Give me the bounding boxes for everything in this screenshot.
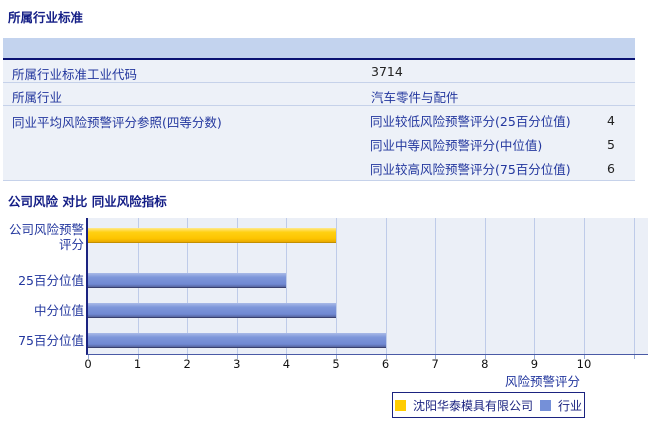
row-value: 汽车零件与配件 bbox=[371, 90, 459, 105]
subrow-value: 6 bbox=[607, 160, 615, 176]
table-header-band bbox=[3, 38, 635, 60]
table-row-industry: 所属行业 汽车零件与配件 bbox=[3, 83, 635, 106]
industry-bar-75百分位值 bbox=[88, 333, 386, 348]
tick-mark bbox=[633, 355, 635, 359]
gridline bbox=[385, 218, 387, 354]
legend-company-label: 沈阳华泰模具有限公司 bbox=[412, 398, 533, 413]
category-label-75百分位值: 75百分位值 bbox=[18, 333, 84, 348]
tick-label: 2 bbox=[183, 357, 191, 371]
legend-company-swatch bbox=[394, 399, 406, 411]
industry-bar-25百分位值 bbox=[88, 273, 287, 288]
industry-standard-table: 所属行业标准工业代码 3714 所属行业 汽车零件与配件 同业平均风险预警评分参… bbox=[3, 38, 635, 181]
tick-label: 7 bbox=[431, 357, 439, 371]
legend-industry-label: 行业 bbox=[558, 398, 583, 413]
x-axis-title: 风险预警评分 bbox=[504, 374, 580, 389]
bar-chart-plot-area bbox=[86, 218, 648, 355]
subrow-label: 同业中等风险预警评分(中位值) bbox=[370, 137, 543, 153]
subrow-label: 同业较高风险预警评分(75百分位值) bbox=[370, 161, 571, 177]
company-bar-公司风险预警评分 bbox=[88, 228, 336, 243]
row-label: 所属行业标准工业代码 bbox=[12, 67, 138, 82]
tick-label: 0 bbox=[84, 357, 92, 371]
tick-label: 5 bbox=[332, 357, 340, 371]
tick-label: 6 bbox=[381, 357, 390, 371]
risk-report-page: 所属行业标准 所属行业标准工业代码 3714 所属行业 汽车零件与配件 同业平均… bbox=[0, 0, 653, 429]
tick-label: 8 bbox=[481, 357, 489, 371]
section-title-company-vs-peer: 公司风险 对比 同业风险指标 bbox=[8, 194, 167, 209]
table-row-peer-quartiles: 同业平均风险预警评分参照(四等分数) 同业较低风险预警评分(25百分位值) 4 … bbox=[3, 106, 635, 181]
row-label: 所属行业 bbox=[12, 90, 63, 105]
subrow-median: 同业中等风险预警评分(中位值) 5 bbox=[365, 132, 635, 156]
category-label-公司风险预警评分: 公司风险预警 评分 bbox=[8, 222, 84, 252]
tick-label: 1 bbox=[133, 357, 142, 371]
subrow-75th-percentile: 同业较高风险预警评分(75百分位值) 6 bbox=[365, 156, 635, 180]
section-title-industry-standard: 所属行业标准 bbox=[8, 10, 84, 25]
legend-industry-swatch bbox=[540, 399, 551, 411]
subrow-value: 5 bbox=[607, 136, 615, 152]
row-value: 3714 bbox=[371, 64, 403, 79]
tick-label: 4 bbox=[282, 357, 291, 371]
gridline bbox=[484, 218, 486, 354]
gridline bbox=[435, 218, 437, 354]
category-label-中分位值: 中分位值 bbox=[33, 303, 84, 318]
subrow-value: 4 bbox=[607, 112, 615, 128]
industry-bar-中分位值 bbox=[88, 303, 336, 318]
quartile-subrows: 同业较低风险预警评分(25百分位值) 4 同业中等风险预警评分(中位值) 5 同… bbox=[365, 106, 635, 180]
gridline bbox=[534, 218, 536, 354]
gridline bbox=[584, 218, 585, 354]
subrow-25th-percentile: 同业较低风险预警评分(25百分位值) 4 bbox=[365, 108, 635, 132]
gridline bbox=[633, 218, 635, 354]
tick-label: 3 bbox=[233, 357, 241, 371]
row-label: 同业平均风险预警评分参照(四等分数) bbox=[12, 115, 222, 130]
table-row-sic-code: 所属行业标准工业代码 3714 bbox=[3, 60, 635, 83]
tick-label: 9 bbox=[530, 357, 539, 371]
chart-legend: 沈阳华泰模具有限公司 行业 bbox=[392, 392, 585, 418]
tick-label: 10 bbox=[576, 357, 592, 371]
category-label-25百分位值: 25百分位值 bbox=[18, 273, 84, 288]
subrow-label: 同业较低风险预警评分(25百分位值) bbox=[370, 113, 571, 129]
